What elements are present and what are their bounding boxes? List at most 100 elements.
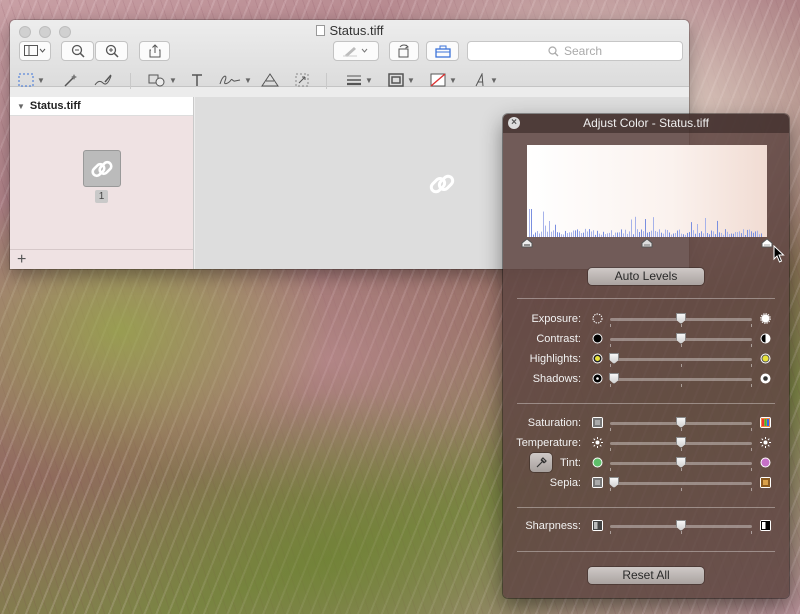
contrast-slider[interactable] bbox=[676, 333, 686, 344]
histogram-bar bbox=[751, 231, 752, 237]
sharpness-high-icon bbox=[760, 520, 771, 531]
signature-icon bbox=[219, 75, 241, 85]
contrast-high-icon bbox=[760, 333, 771, 344]
black-level-handle[interactable] bbox=[521, 238, 533, 248]
histogram-bar bbox=[721, 232, 722, 237]
zoom-out-button[interactable] bbox=[61, 41, 94, 61]
histogram-bar bbox=[741, 233, 742, 237]
histogram-bar bbox=[575, 230, 576, 237]
temperature-ticks bbox=[610, 448, 752, 451]
reset-all-button[interactable]: Reset All bbox=[588, 567, 704, 584]
link-icon bbox=[91, 160, 113, 177]
sharpness-row: Sharpness: bbox=[503, 519, 789, 535]
divider bbox=[517, 507, 775, 508]
sepia-low-icon bbox=[592, 477, 603, 488]
page-thumbnail[interactable] bbox=[83, 150, 121, 187]
chevron-down-icon: ▼ bbox=[407, 75, 415, 85]
shadows-ticks bbox=[610, 384, 752, 387]
histogram-bar bbox=[625, 229, 626, 237]
selection-tool[interactable]: ▼ bbox=[18, 67, 45, 93]
histogram-bar bbox=[697, 224, 698, 237]
text-tool[interactable] bbox=[190, 67, 204, 93]
histogram-bar bbox=[651, 230, 652, 237]
histogram-bar bbox=[707, 232, 708, 237]
highlights-track[interactable] bbox=[610, 358, 752, 361]
histogram-bar bbox=[623, 233, 624, 237]
chevron-down-icon: ▼ bbox=[490, 75, 498, 85]
text-style-tool[interactable]: ▼ bbox=[473, 67, 498, 93]
rotate-button[interactable] bbox=[389, 41, 419, 61]
sharpness-slider[interactable] bbox=[676, 520, 686, 531]
chevron-down-icon: ▼ bbox=[449, 75, 457, 85]
sidebar: ▼ Status.tiff 1 + bbox=[10, 97, 194, 269]
instant-alpha-tool[interactable] bbox=[62, 67, 78, 93]
slider-tick bbox=[751, 364, 752, 367]
signature-tool[interactable]: ▼ bbox=[219, 67, 252, 93]
histogram-bar bbox=[743, 229, 744, 237]
window-title: Status.tiff bbox=[10, 23, 689, 38]
contrast-label: Contrast: bbox=[536, 333, 581, 345]
shapes-tool[interactable]: ▼ bbox=[148, 67, 177, 93]
highlights-slider[interactable] bbox=[609, 353, 619, 364]
histogram-bar bbox=[617, 232, 618, 237]
divider bbox=[517, 403, 775, 404]
sidebar-footer: + bbox=[10, 249, 193, 269]
chevron-down-icon: ▼ bbox=[244, 75, 252, 85]
markup-toolbar-button[interactable] bbox=[426, 41, 459, 61]
adjust-color-panel: × Adjust Color - Status.tiff Auto Levels… bbox=[503, 114, 789, 598]
panel-close-button[interactable]: × bbox=[508, 117, 520, 129]
histogram-bar bbox=[583, 232, 584, 237]
highlight-button[interactable] bbox=[333, 41, 379, 61]
shadows-slider[interactable] bbox=[609, 373, 619, 384]
adjust-color-tool[interactable] bbox=[261, 67, 279, 93]
histogram-bar bbox=[601, 234, 602, 237]
histogram-bar bbox=[671, 234, 672, 237]
sepia-row: Sepia: bbox=[503, 476, 789, 492]
sidebar-icon bbox=[24, 45, 46, 56]
adjust-size-tool[interactable] bbox=[295, 67, 309, 93]
white-level-handle[interactable] bbox=[761, 238, 773, 248]
sidebar-header[interactable]: ▼ Status.tiff bbox=[10, 97, 193, 116]
histogram-bar bbox=[687, 232, 688, 237]
histogram-bar bbox=[689, 232, 690, 237]
share-button[interactable] bbox=[139, 41, 170, 61]
histogram-bar bbox=[635, 216, 636, 237]
line-style-tool[interactable]: ▼ bbox=[346, 67, 373, 93]
auto-levels-button[interactable]: Auto Levels bbox=[588, 268, 704, 285]
zoom-out-icon bbox=[71, 44, 85, 58]
sketch-tool[interactable] bbox=[93, 67, 113, 93]
histogram-bar bbox=[611, 230, 612, 237]
contrast-low-icon bbox=[592, 333, 603, 344]
tint-slider[interactable] bbox=[676, 457, 686, 468]
search-input[interactable]: Search bbox=[467, 41, 683, 61]
histogram-bar bbox=[571, 232, 572, 237]
tint-row: Tint: bbox=[503, 456, 789, 472]
cool-sun-icon bbox=[592, 437, 603, 448]
midtone-level-handle[interactable] bbox=[641, 238, 653, 248]
sepia-slider[interactable] bbox=[609, 477, 619, 488]
histogram-bar bbox=[653, 217, 654, 237]
saturation-slider[interactable] bbox=[676, 417, 686, 428]
temperature-slider[interactable] bbox=[676, 437, 686, 448]
exposure-slider[interactable] bbox=[676, 313, 686, 324]
histogram-bar bbox=[631, 219, 632, 237]
shadows-track[interactable] bbox=[610, 378, 752, 381]
histogram-bar bbox=[589, 229, 590, 237]
markup-toolbar: ▼ ▼ ▼ ▼ ▼ ▼ ▼ bbox=[10, 67, 689, 95]
zoom-in-button[interactable] bbox=[95, 41, 128, 61]
toolbox-icon bbox=[434, 45, 451, 58]
histogram-bar bbox=[733, 233, 734, 237]
histogram-bar bbox=[537, 231, 538, 237]
sepia-track[interactable] bbox=[610, 482, 752, 485]
add-page-button[interactable]: + bbox=[17, 251, 26, 269]
histogram-bar bbox=[649, 231, 650, 237]
prism-icon bbox=[261, 73, 279, 87]
disclosure-triangle-icon[interactable]: ▼ bbox=[17, 102, 25, 111]
sidebar-view-button[interactable] bbox=[19, 41, 51, 61]
fill-color-tool[interactable]: ▼ bbox=[430, 67, 457, 93]
histogram-bar bbox=[557, 232, 558, 237]
border-color-tool[interactable]: ▼ bbox=[388, 67, 415, 93]
histogram-bar bbox=[555, 224, 556, 237]
highlights-ticks bbox=[610, 364, 752, 367]
slider-tick bbox=[751, 468, 752, 471]
